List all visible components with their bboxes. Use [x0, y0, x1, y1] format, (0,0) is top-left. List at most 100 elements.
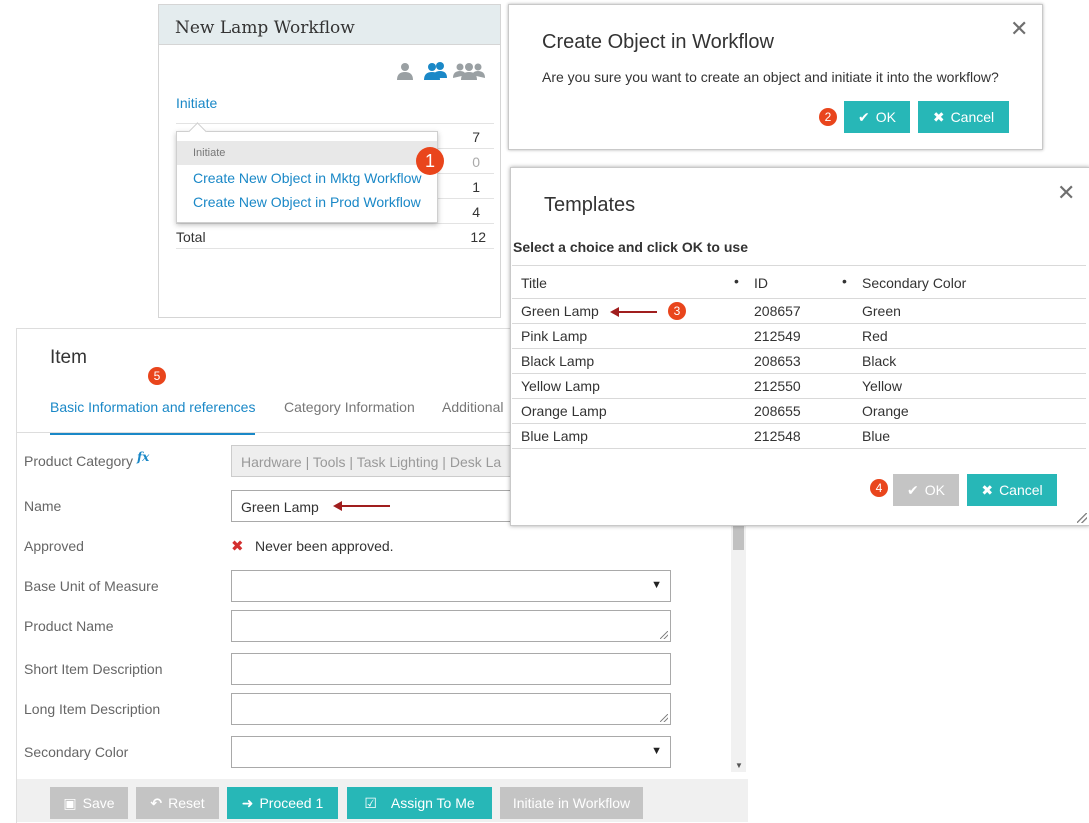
table-row[interactable]: Yellow Lamp 212550 Yellow: [512, 373, 1086, 399]
row-id: 208655: [745, 398, 853, 424]
row-color: Yellow: [853, 373, 1086, 399]
templates-cancel-button[interactable]: ✖ Cancel: [967, 474, 1057, 506]
step-badge-5: 5: [148, 367, 166, 385]
row-id: 212550: [745, 373, 853, 399]
resize-handle-icon[interactable]: [1077, 513, 1087, 523]
table-row[interactable]: Orange Lamp 208655 Orange: [512, 398, 1086, 424]
group-user-icon[interactable]: [423, 61, 449, 81]
templates-table: Title • ID • Secondary Color Green Lamp …: [512, 265, 1086, 449]
initiate-dropdown: Initiate Create New Object in Mktg Workf…: [176, 122, 438, 223]
menu-item-mktg-workflow[interactable]: Create New Object in Mktg Workflow: [193, 170, 421, 186]
approved-status: Never been approved.: [255, 538, 394, 554]
proceed-arrow-icon: ➜: [241, 795, 254, 811]
row-color: Black: [853, 348, 1086, 374]
table-header-row: Title • ID • Secondary Color: [512, 266, 1086, 299]
save-button[interactable]: ▣ Save: [50, 787, 128, 819]
undo-icon: ↶: [150, 795, 163, 811]
close-icon: ✖: [932, 109, 945, 125]
long-description-input[interactable]: [231, 693, 671, 725]
column-header-title[interactable]: Title: [521, 275, 547, 291]
confirm-dialog-title: Create Object in Workflow: [542, 31, 774, 53]
row-id: 212549: [745, 323, 853, 349]
tab-additional[interactable]: Additional: [442, 399, 504, 415]
step-badge-4: 4: [870, 479, 888, 497]
column-header-id[interactable]: ID: [754, 275, 768, 291]
step-badge-2: 2: [819, 108, 837, 126]
table-row[interactable]: Black Lamp 208653 Black: [512, 348, 1086, 374]
table-row[interactable]: Green Lamp 208657 Green: [512, 299, 1086, 324]
save-icon: ▣: [63, 795, 77, 811]
check-icon: ✔: [907, 482, 919, 498]
step-badge-3: 3: [668, 302, 686, 320]
formula-icon[interactable]: fx: [137, 450, 149, 464]
close-icon[interactable]: ✕: [1057, 180, 1075, 206]
row-title: Orange Lamp: [512, 398, 745, 424]
dropdown-header: Initiate: [177, 141, 437, 165]
confirm-dialog: Create Object in Workflow ✕ Are you sure…: [508, 4, 1043, 150]
menu-item-prod-workflow[interactable]: Create New Object in Prod Workflow: [193, 194, 421, 210]
all-users-icon[interactable]: [453, 61, 485, 81]
product-category-field: Hardware | Tools | Task Lighting | Desk …: [231, 445, 521, 477]
row-title: Yellow Lamp: [512, 373, 745, 399]
templates-ok-button[interactable]: ✔ OK: [893, 474, 959, 506]
row-title: Black Lamp: [512, 348, 745, 374]
scroll-down-icon[interactable]: ▼: [735, 761, 743, 770]
check-icon: ✔: [858, 109, 870, 125]
widget-header: New Lamp Workflow: [159, 5, 500, 45]
dropdown-arrow-icon: ▼: [651, 745, 662, 757]
approved-label: Approved: [24, 538, 84, 554]
table-row[interactable]: Pink Lamp 212549 Red: [512, 323, 1086, 349]
templates-instruction: Select a choice and click OK to use: [513, 239, 748, 255]
widget-title: New Lamp Workflow: [175, 18, 355, 38]
templates-rows: Green Lamp 208657 Green Pink Lamp 212549…: [512, 299, 1086, 449]
total-label: Total: [176, 229, 206, 245]
dropdown-arrow-icon: ▼: [651, 579, 662, 591]
row-color: Orange: [853, 398, 1086, 424]
column-header-secondary-color[interactable]: Secondary Color: [862, 275, 966, 291]
initiate-in-workflow-button[interactable]: Initiate in Workflow: [500, 787, 643, 819]
annotation-arrow: [610, 307, 657, 317]
step-badge-1: 1: [416, 147, 444, 175]
reset-button[interactable]: ↶ Reset: [136, 787, 219, 819]
table-row[interactable]: Blue Lamp 212548 Blue: [512, 423, 1086, 449]
scrollbar-thumb[interactable]: [733, 524, 744, 550]
row-color: Green: [853, 299, 1086, 324]
tab-category-information[interactable]: Category Information: [284, 399, 415, 415]
count-value: 0: [472, 154, 480, 170]
long-description-label: Long Item Description: [24, 701, 161, 717]
total-value: 12: [470, 229, 486, 245]
secondary-color-select[interactable]: ▼: [231, 736, 671, 768]
not-approved-icon: ✖: [231, 538, 244, 555]
row-title: Pink Lamp: [512, 323, 745, 349]
row-id: 208653: [745, 348, 853, 374]
annotation-arrow: [333, 501, 390, 511]
confirm-cancel-button[interactable]: ✖ Cancel: [918, 101, 1009, 133]
count-value: 7: [472, 129, 480, 145]
row-id: 212548: [745, 423, 853, 449]
name-label: Name: [24, 498, 62, 514]
product-category-label: Product Category: [24, 453, 133, 469]
row-color: Red: [853, 323, 1086, 349]
secondary-color-label: Secondary Color: [24, 744, 129, 760]
row-color: Blue: [853, 423, 1086, 449]
count-value: 4: [472, 204, 480, 220]
column-sort-dot: •: [734, 273, 739, 289]
confirm-ok-button[interactable]: ✔ OK: [844, 101, 910, 133]
form-title: Item: [50, 347, 87, 368]
form-scrollbar[interactable]: ▼: [731, 524, 746, 772]
close-icon: ✖: [981, 482, 994, 498]
close-icon[interactable]: ✕: [1010, 16, 1028, 42]
column-sort-dot: •: [842, 273, 847, 289]
assign-to-me-button[interactable]: ☑ Assign To Me: [347, 787, 492, 819]
proceed-button[interactable]: ➜ Proceed 1: [227, 787, 338, 819]
base-uom-label: Base Unit of Measure: [24, 578, 159, 594]
tab-basic-information[interactable]: Basic Information and references: [50, 399, 256, 435]
initiate-link[interactable]: Initiate: [176, 95, 217, 111]
single-user-icon[interactable]: [395, 61, 415, 81]
templates-dialog: Templates ✕ Select a choice and click OK…: [510, 167, 1089, 526]
base-uom-select[interactable]: ▼: [231, 570, 671, 602]
short-description-input[interactable]: [231, 653, 671, 685]
product-name-input[interactable]: [231, 610, 671, 642]
checkbox-icon: ☑: [364, 795, 377, 811]
short-description-label: Short Item Description: [24, 661, 163, 677]
